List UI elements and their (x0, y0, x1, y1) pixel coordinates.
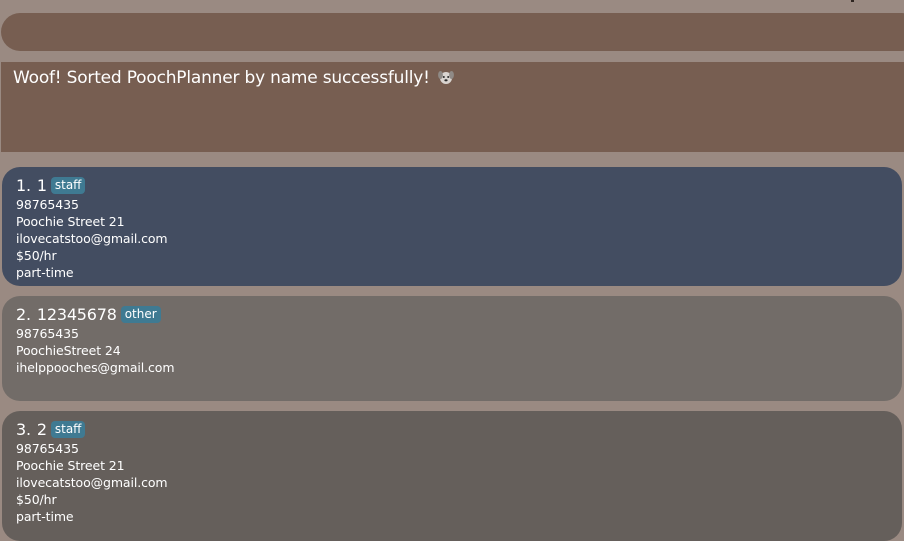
person-phone: 98765435 (16, 441, 79, 456)
person-salary: $50/hr (16, 492, 57, 507)
person-index: 2. (16, 304, 31, 324)
person-email: ilovecatstoo@gmail.com (16, 475, 168, 490)
window-edge-mark (851, 0, 854, 2)
dog-icon (437, 68, 455, 86)
person-employment: part-time (16, 509, 74, 524)
person-card-header: 2. 12345678 other (16, 303, 888, 325)
person-index: 3. (16, 419, 31, 439)
person-name: 2 (36, 419, 47, 439)
person-name: 1 (36, 175, 47, 195)
person-employment: part-time (16, 265, 74, 280)
person-tag: staff (50, 176, 86, 194)
result-display: Woof! Sorted PoochPlanner by name succes… (1, 62, 904, 152)
person-card[interactable]: 3. 2 staff 98765435 Poochie Street 21 il… (2, 411, 902, 541)
person-email: ihelppooches@gmail.com (16, 360, 175, 375)
result-message: Woof! Sorted PoochPlanner by name succes… (13, 68, 430, 88)
person-salary: $50/hr (16, 248, 57, 263)
command-input[interactable] (1, 13, 904, 51)
person-index: 1. (16, 175, 31, 195)
person-card-header: 3. 2 staff (16, 418, 888, 440)
person-tag: other (120, 305, 161, 323)
person-address: PoochieStreet 24 (16, 343, 121, 358)
person-card[interactable]: 1. 1 staff 98765435 Poochie Street 21 il… (2, 167, 902, 286)
person-email: ilovecatstoo@gmail.com (16, 231, 168, 246)
person-card[interactable]: 2. 12345678 other 98765435 PoochieStreet… (2, 296, 902, 401)
person-name: 12345678 (36, 304, 117, 324)
person-address: Poochie Street 21 (16, 214, 125, 229)
person-phone: 98765435 (16, 197, 79, 212)
top-strip (0, 0, 904, 12)
person-address: Poochie Street 21 (16, 458, 125, 473)
person-phone: 98765435 (16, 326, 79, 341)
person-tag: staff (50, 420, 86, 438)
person-card-header: 1. 1 staff (16, 174, 888, 196)
